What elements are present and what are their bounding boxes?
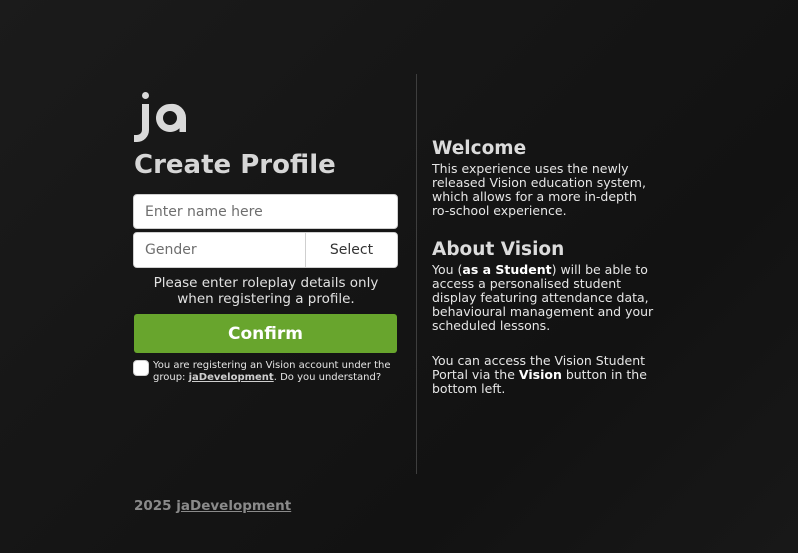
- consent-checkbox[interactable]: [133, 360, 149, 376]
- about-vision-text: You (as a Student) will be able to acces…: [432, 263, 660, 333]
- page-title: Create Profile: [134, 150, 336, 180]
- consent-text: You are registering an Vision account un…: [153, 360, 398, 383]
- portal-vision-bold: Vision: [518, 367, 562, 382]
- gender-select-button[interactable]: Select: [305, 233, 397, 267]
- name-input[interactable]: [133, 194, 398, 229]
- welcome-heading: Welcome: [432, 138, 527, 159]
- footer-link[interactable]: jaDevelopment: [176, 498, 291, 514]
- confirm-button[interactable]: Confirm: [134, 314, 397, 353]
- ja-logo: [134, 92, 186, 142]
- about-vision-heading: About Vision: [432, 239, 565, 260]
- about-prefix: You (: [432, 262, 463, 277]
- gender-field-group: Select: [133, 232, 398, 268]
- footer: 2025 jaDevelopment: [134, 498, 291, 514]
- welcome-text: This experience uses the newly released …: [432, 161, 646, 218]
- consent-suffix: . Do you understand?: [273, 371, 382, 383]
- about-role-bold: as a Student: [462, 262, 552, 277]
- gender-input[interactable]: [134, 233, 305, 267]
- consent-group-link[interactable]: jaDevelopment: [189, 372, 274, 383]
- footer-year: 2025: [134, 498, 172, 514]
- vertical-divider: [416, 74, 417, 474]
- roleplay-hint-text: Please enter roleplay details only when …: [153, 275, 379, 307]
- portal-access-text: You can access the Vision Student Portal…: [432, 354, 660, 396]
